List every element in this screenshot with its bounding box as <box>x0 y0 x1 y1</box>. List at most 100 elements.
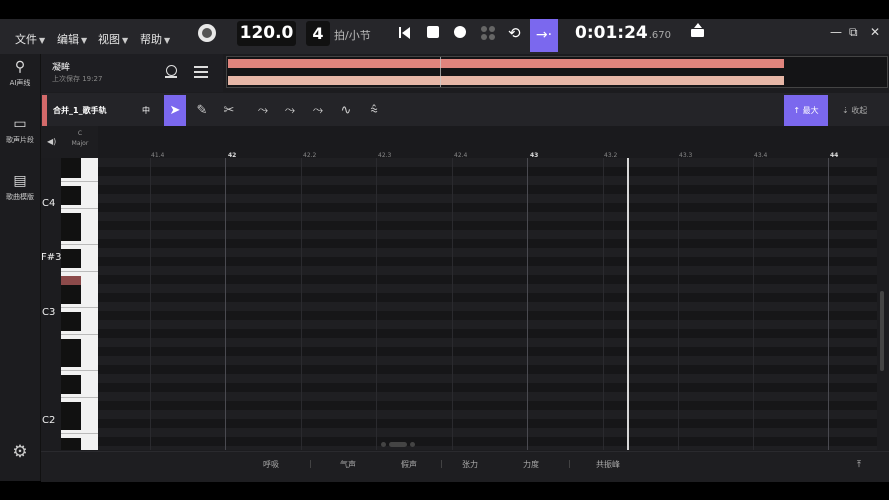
horizontal-scrollbar[interactable] <box>381 442 417 448</box>
collapse-view-button[interactable]: ⇣ 收起 <box>842 105 867 116</box>
beat-line <box>678 158 679 450</box>
black-key[interactable] <box>61 384 81 394</box>
wave-tool-icon[interactable]: ⩯ <box>363 95 385 126</box>
param-separator: | <box>568 459 571 468</box>
beat-line <box>150 158 151 450</box>
maximize-view-button[interactable]: ↑ 最大 <box>784 95 828 126</box>
beat-line <box>376 158 377 450</box>
black-key[interactable] <box>61 294 81 304</box>
white-key-divider <box>61 370 98 371</box>
time-display: 0:01:24.670 <box>575 23 672 43</box>
param-breath[interactable]: 呼吸 <box>263 459 279 470</box>
app-window: 文件 ▼ 编辑 ▼ 视图 ▼ 帮助 ▼ 120.0 4 拍/小节 ⟲ →· 0:01:2… <box>0 0 889 500</box>
param-separator: | <box>309 459 312 468</box>
white-key-divider <box>61 334 98 335</box>
pitch-smooth-tool-icon[interactable]: ⤳ <box>307 95 329 126</box>
key-signature[interactable]: C Major <box>62 129 98 149</box>
sidebar-item-song-template[interactable]: ▤ 歌曲模版 <box>0 173 40 202</box>
speaker-icon[interactable]: ◀) <box>47 137 56 146</box>
key-root: C <box>77 130 83 137</box>
beats-field[interactable]: 4 <box>306 21 330 46</box>
scissors-tool-icon[interactable]: ✂ <box>218 95 240 126</box>
param-tension[interactable]: 张力 <box>462 459 478 470</box>
beat-line <box>301 158 302 450</box>
pencil-tool-icon[interactable]: ✎ <box>191 95 213 126</box>
metronome-icon[interactable] <box>480 24 498 42</box>
black-key[interactable] <box>61 321 81 331</box>
white-key-divider <box>61 244 98 245</box>
black-key[interactable] <box>61 258 81 268</box>
beats-unit-label: 拍/小节 <box>334 29 371 42</box>
mixer-settings-icon[interactable] <box>194 64 208 78</box>
note-label-c4: C4 <box>42 198 56 209</box>
avatar[interactable] <box>198 24 216 42</box>
loop-icon[interactable]: ⟲ <box>508 24 526 42</box>
vocal-clip-icon: ▭ <box>13 116 27 132</box>
tempo-field[interactable]: 120.0 <box>237 21 296 46</box>
black-key[interactable] <box>61 195 81 205</box>
timeline-ruler[interactable] <box>98 126 889 158</box>
track-color-strip <box>42 95 47 126</box>
overview-playhead <box>440 57 441 87</box>
letterbox-top <box>0 0 889 19</box>
param-separator: | <box>440 459 443 468</box>
track-name[interactable]: 合并_1_歌手轨 <box>53 105 107 116</box>
vibrato-tool-icon[interactable]: ∿ <box>335 95 357 126</box>
param-dynamics[interactable]: 力度 <box>523 459 539 470</box>
beat-line <box>603 158 604 450</box>
black-key[interactable] <box>61 420 81 430</box>
white-key-divider <box>61 208 98 209</box>
pitch-curve-tool-icon[interactable]: ⤳ <box>252 95 274 126</box>
project-name: 凝眸 <box>52 63 71 73</box>
black-key[interactable] <box>61 447 81 450</box>
record-icon[interactable] <box>453 24 471 42</box>
note-label-c3: C3 <box>42 307 56 318</box>
black-key[interactable] <box>61 357 81 367</box>
sidebar-item-ai-voice[interactable]: ⚲ AI声线 <box>0 59 40 88</box>
black-key[interactable] <box>61 231 81 241</box>
black-key[interactable] <box>61 168 81 178</box>
bar-line <box>828 158 829 450</box>
minimize-icon[interactable]: — <box>830 25 842 39</box>
note-label-fs3: F#3 <box>41 252 62 263</box>
close-icon[interactable]: ✕ <box>870 25 880 39</box>
menu-view[interactable]: 视图 ▼ <box>98 31 128 47</box>
note-grid[interactable] <box>98 158 877 450</box>
stop-icon[interactable] <box>426 24 444 42</box>
white-key-divider <box>61 271 98 272</box>
singer-icon[interactable] <box>165 65 177 78</box>
param-breathiness[interactable]: 气声 <box>340 459 356 470</box>
skip-to-start-icon[interactable] <box>397 24 415 42</box>
beat-line <box>753 158 754 450</box>
white-key-divider <box>61 307 98 308</box>
top-bar <box>0 19 889 54</box>
beat-line <box>452 158 453 450</box>
restore-icon[interactable]: ⧉ <box>849 25 858 40</box>
playhead[interactable] <box>627 158 629 450</box>
letterbox-bottom <box>0 481 889 500</box>
sidebar-item-vocal-clip[interactable]: ▭ 歌声片段 <box>0 116 40 145</box>
vertical-scrollbar[interactable] <box>880 291 884 371</box>
export-icon[interactable] <box>691 23 704 37</box>
pitch-erase-tool-icon[interactable]: ⤳ <box>279 95 301 126</box>
piano-keyboard[interactable] <box>61 158 98 450</box>
white-key-divider <box>61 433 98 434</box>
param-falsetto[interactable]: 假声 <box>401 459 417 470</box>
track-pitch-mode[interactable]: 中 <box>142 105 150 116</box>
key-mode: Major <box>71 140 89 147</box>
white-key-divider <box>61 397 98 398</box>
note-label-c2: C2 <box>42 415 56 426</box>
menu-edit[interactable]: 编辑 ▼ <box>57 31 87 47</box>
param-formant[interactable]: 共振峰 <box>596 459 620 470</box>
gear-icon[interactable]: ⚙ <box>11 443 29 461</box>
menu-file[interactable]: 文件 ▼ <box>15 31 45 47</box>
overview-clip-bottom[interactable] <box>228 76 784 85</box>
menu-help[interactable]: 帮助 ▼ <box>140 31 170 47</box>
bar-line <box>225 158 226 450</box>
expand-panel-icon[interactable]: ⤒ <box>857 460 861 470</box>
bar-line <box>527 158 528 450</box>
select-tool-icon[interactable]: ➤ <box>164 95 186 126</box>
song-template-icon: ▤ <box>13 173 27 189</box>
follow-playhead-button[interactable]: →· <box>530 19 558 52</box>
overview-clip-top[interactable] <box>228 59 784 68</box>
